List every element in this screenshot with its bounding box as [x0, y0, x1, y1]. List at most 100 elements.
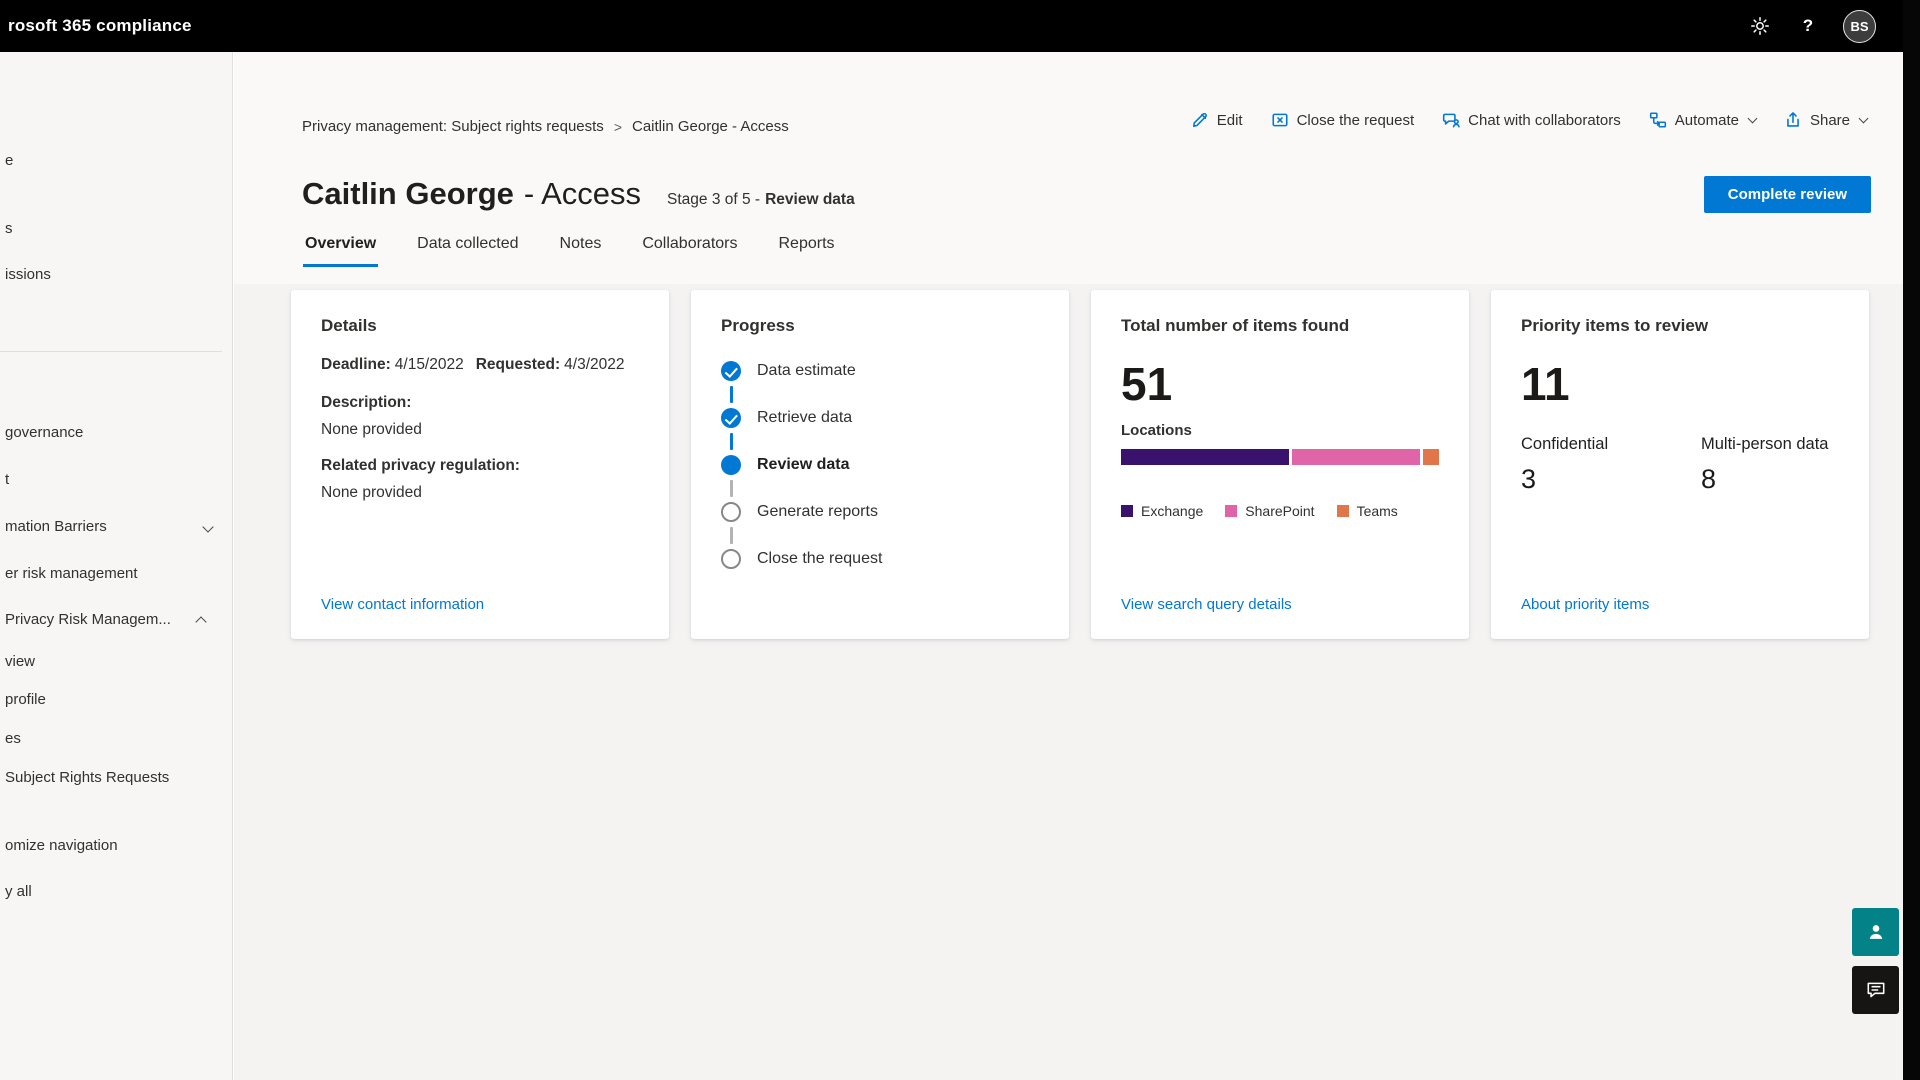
- automate-button[interactable]: Automate: [1649, 111, 1756, 129]
- step-upcoming-icon: [721, 549, 741, 569]
- sidebar-item-insider-risk-partial[interactable]: er risk management: [5, 565, 138, 582]
- progress-stepper: Data estimate Retrieve data Review data: [721, 356, 1039, 574]
- tab-overview[interactable]: Overview: [303, 235, 378, 267]
- progress-step-generate-reports: Generate reports: [721, 497, 1039, 527]
- tab-notes[interactable]: Notes: [558, 235, 604, 267]
- chevron-up-icon[interactable]: [195, 616, 206, 627]
- chevron-down-icon: [1748, 113, 1758, 123]
- app-title: rosoft 365 compliance: [8, 16, 192, 36]
- step-complete-icon: [721, 408, 741, 428]
- step-current-icon: [721, 455, 741, 475]
- items-found-card: Total number of items found 51 Locations…: [1091, 290, 1469, 639]
- breadcrumb-current: Caitlin George - Access: [632, 118, 789, 135]
- stage-current: Review data: [765, 191, 855, 208]
- help-icon[interactable]: ?: [1795, 13, 1821, 39]
- automate-icon: [1649, 111, 1667, 129]
- sidebar-item-privacy-risk-management[interactable]: Privacy Risk Managem...: [5, 611, 171, 628]
- sidebar-item-e[interactable]: e: [5, 152, 13, 169]
- stage-indicator: Stage 3 of 5 - Review data: [667, 191, 855, 209]
- breadcrumb-parent[interactable]: Privacy management: Subject rights reque…: [302, 118, 604, 135]
- priority-breakdown: Confidential 3 Multi-person data 8: [1521, 434, 1839, 495]
- sidebar-item-customize-navigation-partial[interactable]: omize navigation: [5, 837, 118, 854]
- title-row: Caitlin George- Access Stage 3 of 5 -Rev…: [302, 176, 855, 212]
- help-widget-button[interactable]: [1852, 908, 1899, 956]
- sidebar-item-t[interactable]: t: [5, 471, 9, 488]
- regulation-block: Related privacy regulation: None provide…: [321, 457, 639, 502]
- close-request-label: Close the request: [1297, 112, 1415, 129]
- share-button[interactable]: Share: [1784, 111, 1867, 129]
- breadcrumb-separator: >: [614, 119, 622, 135]
- sidebar-item-s[interactable]: s: [5, 220, 13, 237]
- teams-swatch: [1337, 505, 1349, 517]
- deadline-row: Deadline:4/15/2022Requested:4/3/2022: [321, 356, 639, 374]
- complete-review-button[interactable]: Complete review: [1704, 176, 1871, 213]
- topbar: rosoft 365 compliance ? BS: [0, 0, 1920, 52]
- sidebar: e s issions governance t mation Barriers…: [0, 52, 233, 1080]
- page-title-name: Caitlin George: [302, 176, 514, 211]
- items-found-count: 51: [1121, 360, 1439, 408]
- view-search-query-details-link[interactable]: View search query details: [1121, 596, 1292, 613]
- sharepoint-label: SharePoint: [1245, 503, 1314, 519]
- details-card: Details Deadline:4/15/2022Requested:4/3/…: [291, 290, 669, 639]
- sharepoint-swatch: [1225, 505, 1237, 517]
- assistant-person-icon: [1865, 921, 1887, 943]
- sidebar-divider: [0, 351, 222, 352]
- step-connector: [730, 433, 733, 450]
- settings-gear-icon[interactable]: [1747, 13, 1773, 39]
- description-label: Description:: [321, 394, 411, 411]
- automate-label: Automate: [1675, 112, 1739, 129]
- exchange-bar-segment: [1121, 449, 1289, 465]
- step-connector: [730, 480, 733, 497]
- view-contact-information-link[interactable]: View contact information: [321, 596, 484, 613]
- confidential-label: Confidential: [1521, 434, 1671, 456]
- regulation-value: None provided: [321, 484, 639, 502]
- screen: rosoft 365 compliance ? BS e s issions g…: [0, 0, 1920, 1080]
- sidebar-item-overview-partial[interactable]: view: [5, 653, 35, 670]
- chat-collaborators-label: Chat with collaborators: [1468, 112, 1621, 129]
- tab-collaborators[interactable]: Collaborators: [640, 235, 739, 267]
- legend-exchange: Exchange: [1121, 503, 1203, 519]
- topbar-actions: ? BS: [1747, 10, 1876, 43]
- about-priority-items-link[interactable]: About priority items: [1521, 596, 1649, 613]
- progress-card-title: Progress: [721, 316, 1039, 336]
- teams-bar-segment: [1423, 449, 1439, 465]
- edit-button[interactable]: Edit: [1191, 111, 1243, 129]
- feedback-button[interactable]: [1852, 966, 1899, 1014]
- progress-step-retrieve-data: Retrieve data: [721, 403, 1039, 433]
- legend-sharepoint: SharePoint: [1225, 503, 1314, 519]
- sidebar-item-es[interactable]: es: [5, 730, 21, 747]
- sidebar-item-information-barriers-partial[interactable]: mation Barriers: [5, 518, 107, 535]
- locations-legend: Exchange SharePoint Teams: [1121, 503, 1439, 519]
- sidebar-item-subject-rights-requests[interactable]: Subject Rights Requests: [5, 769, 169, 786]
- progress-card: Progress Data estimate Retrieve data Re: [691, 290, 1069, 639]
- close-request-button[interactable]: Close the request: [1271, 111, 1415, 129]
- sidebar-item-show-all-partial[interactable]: y all: [5, 883, 32, 900]
- exchange-swatch: [1121, 505, 1133, 517]
- confidential-value: 3: [1521, 464, 1671, 495]
- deadline-label: Deadline:: [321, 356, 391, 373]
- sidebar-item-governance-partial[interactable]: governance: [5, 424, 83, 441]
- step-connector: [730, 527, 733, 544]
- cards-row: Details Deadline:4/15/2022Requested:4/3/…: [291, 290, 1869, 639]
- tab-data-collected[interactable]: Data collected: [415, 235, 520, 267]
- details-card-title: Details: [321, 316, 639, 336]
- sidebar-item-profile-partial[interactable]: profile: [5, 691, 46, 708]
- edit-label: Edit: [1217, 112, 1243, 129]
- description-value: None provided: [321, 421, 639, 439]
- priority-items-count: 11: [1521, 360, 1839, 408]
- locations-stacked-bar: [1121, 449, 1439, 465]
- stage-prefix: Stage 3 of 5 -: [667, 191, 760, 208]
- tab-reports[interactable]: Reports: [777, 235, 837, 267]
- multi-person-label: Multi-person data: [1701, 434, 1829, 456]
- chat-collaborators-button[interactable]: Chat with collaborators: [1442, 111, 1621, 129]
- scrollbar-strip[interactable]: [1903, 0, 1920, 1080]
- sidebar-item-permissions-partial[interactable]: issions: [5, 266, 51, 283]
- progress-step-data-estimate: Data estimate: [721, 356, 1039, 386]
- account-avatar[interactable]: BS: [1843, 10, 1876, 43]
- exchange-label: Exchange: [1141, 503, 1203, 519]
- confidential-group: Confidential 3: [1521, 434, 1671, 495]
- legend-teams: Teams: [1337, 503, 1398, 519]
- multi-person-value: 8: [1701, 464, 1829, 495]
- chevron-down-icon[interactable]: [202, 521, 213, 532]
- requested-label: Requested:: [476, 356, 560, 373]
